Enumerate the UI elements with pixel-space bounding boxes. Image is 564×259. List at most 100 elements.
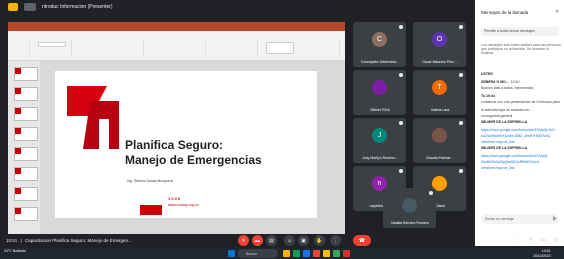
mic-off-icon	[399, 73, 403, 77]
participant-avatar: T	[432, 80, 447, 95]
chat-message: Sdx8W3x6UBgQsn8ZQzRt5WCe4vA	[481, 160, 539, 164]
screen-share: Planifica Seguro: Manejo de Emergencias …	[8, 22, 345, 234]
chat-message: https://docs.google.com/forms/d/e/1FAIpQ…	[481, 128, 555, 132]
participant-name: Valeria Lara	[430, 108, 450, 112]
slide-thumbnails	[8, 61, 40, 234]
participant-tile[interactable]: C Concejales Veterinaria...	[353, 22, 406, 67]
mic-off-icon	[399, 121, 403, 125]
close-icon[interactable]: ✕	[555, 9, 559, 15]
participant-tile[interactable]: J Judy Marilyn Romero...	[353, 118, 406, 163]
chat-sender: Tu 10:44	[481, 94, 495, 98]
participant-avatar: J	[372, 128, 387, 143]
ribbon-group	[10, 40, 30, 57]
participant-name: Concejales Veterinaria...	[361, 60, 399, 64]
chat-message: https://docs.google.com/forms/d/e/1FAIpQ…	[481, 154, 549, 158]
chat-message: kUZvk3hwrdhXQz3mJD82_2hMfTHSjf7SwQ	[481, 134, 551, 138]
participant-tile[interactable]: Wilmer ROA	[353, 70, 406, 115]
camera-off-icon[interactable]: ▬	[252, 235, 263, 246]
powerpoint-icon[interactable]	[313, 250, 320, 257]
chat-message: WILMER DE LA ESPRIELLA	[481, 120, 561, 124]
mic-off-icon	[459, 25, 463, 29]
chat-message: la actividad que se realizara en...	[481, 108, 533, 112]
slide-thumbnail	[14, 167, 38, 181]
people-icon[interactable]: ☻	[527, 237, 534, 244]
mic-off-icon	[429, 191, 433, 195]
chat-input[interactable]: Enviar un mensaje	[481, 214, 559, 224]
file-explorer-icon[interactable]	[283, 250, 290, 257]
activities-icon[interactable]: ▦	[553, 237, 560, 244]
participant-tile[interactable]: Natalia Serrano Romero	[383, 188, 436, 228]
chat-text: Buenos dias a todos, bienvenidos	[481, 86, 534, 90]
mic-off-icon	[459, 121, 463, 125]
taskbar-clock: 10:51 20/10/2023	[533, 249, 551, 258]
slide-thumbnail	[14, 147, 38, 161]
taskbar-search[interactable]: Buscar	[238, 249, 278, 258]
participant-avatar: C	[372, 32, 387, 47]
participant-tile[interactable]: Claudia Patricia ...	[413, 118, 466, 163]
raise-hand-icon[interactable]: ✋	[314, 235, 325, 246]
chat-text: contamos con una presentacion de 5 minut…	[481, 100, 560, 104]
meeting-info: 10:51 | Capacitacion Planifica Seguro: M…	[6, 238, 132, 243]
search-placeholder: Buscar	[246, 251, 257, 256]
chat-message: USTED	[481, 72, 561, 76]
chat-sender: WILMER DE LA ESPRIELLA	[481, 146, 528, 150]
chat-title: Mensajes de la llamada	[481, 10, 529, 15]
participant-avatar	[372, 80, 387, 95]
presenting-icon	[24, 3, 36, 11]
participant-name: Judy Marilyn Romero...	[362, 156, 398, 160]
edge-icon[interactable]	[303, 250, 310, 257]
participant-name: Claudia Patricia ...	[425, 156, 455, 160]
slide-website: www.ccmarp.org.co	[168, 203, 199, 207]
chat-sender: WILMER DE LA ESPRIELLA	[481, 120, 528, 124]
slide-thumbnail	[14, 67, 38, 81]
meet-topbar: ntroduc Informacion (Presenter)	[0, 0, 475, 14]
participant-avatar: O	[432, 32, 447, 47]
chat-message: Tu 10:44	[481, 94, 561, 98]
participant-tile[interactable]: O Oscar Mauricio Pino ...	[413, 22, 466, 67]
slide-thumbnail	[14, 87, 38, 101]
ribbon-group	[208, 40, 258, 57]
toggle-label: Permitir a todos enviar mensajes	[484, 29, 535, 33]
slide-thumbnail	[14, 207, 38, 221]
logo-cutout	[99, 119, 109, 151]
meet-logo-icon	[8, 3, 18, 11]
chrome-icon[interactable]	[323, 250, 330, 257]
captions-icon[interactable]: ▤	[266, 235, 277, 246]
slide-thumbnail	[14, 127, 38, 141]
more-options-icon[interactable]: ⋮	[330, 235, 341, 246]
clock-date: 20/10/2023	[533, 253, 551, 258]
app-icon[interactable]	[343, 250, 350, 257]
ribbon	[8, 37, 345, 61]
chat-message: viewform?usp=sf_link	[481, 166, 515, 170]
presenter-label: ntroduc Informacion (Presenter)	[42, 4, 113, 10]
emoji-icon[interactable]: ☺	[284, 235, 295, 246]
weather-widget[interactable]: 24°C Nublado	[4, 249, 26, 253]
slide-phone: 1 0 0 0	[168, 196, 181, 201]
windows-start-icon[interactable]	[228, 250, 235, 257]
chat-message: cronograma general	[481, 114, 513, 118]
chat-system-note: Los mensajes solo estan visibles para la…	[481, 43, 561, 55]
present-icon[interactable]: ▣	[298, 235, 309, 246]
allow-messages-toggle[interactable]: Permitir a todos enviar mensajes	[481, 27, 559, 36]
ribbon-group	[146, 40, 206, 57]
participant-name: Wilmer ROA	[370, 108, 390, 112]
chat-icon[interactable]: ▬	[540, 237, 547, 244]
slide-editor: Planifica Seguro: Manejo de Emergencias …	[40, 61, 345, 234]
chat-sender: SEBERA G MO...	[481, 80, 509, 84]
mic-off-icon	[399, 25, 403, 29]
app-icon[interactable]	[293, 250, 300, 257]
slide-title: Planifica Seguro:	[125, 138, 224, 152]
app-icon[interactable]	[333, 250, 340, 257]
mic-off-icon[interactable]: ✕	[238, 235, 249, 246]
participant-name: Natalia Serrano Romero	[391, 221, 429, 225]
slide-title: Manejo de Emergencias	[125, 153, 262, 167]
mic-off-icon	[459, 73, 463, 77]
powerpoint-titlebar	[8, 22, 345, 31]
info-icon[interactable]: ⓘ	[514, 237, 521, 244]
chat-panel: Mensajes de la llamada ✕ Permitir a todo…	[475, 0, 564, 246]
participant-tile[interactable]: T Valeria Lara	[413, 70, 466, 115]
current-slide: Planifica Seguro: Manejo de Emergencias …	[55, 71, 317, 218]
slide-thumbnail	[14, 107, 38, 121]
end-call-button[interactable]: ☎	[353, 235, 371, 246]
mic-off-icon	[459, 169, 463, 173]
